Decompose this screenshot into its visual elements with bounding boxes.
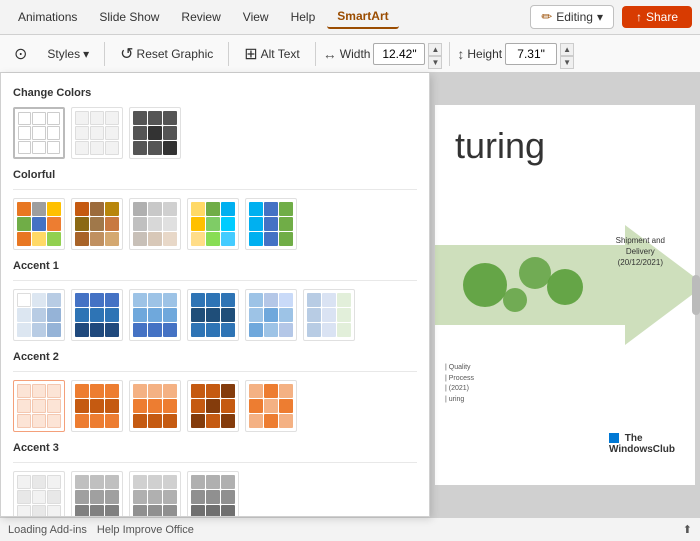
height-group: ↕ Height ▲ ▼ bbox=[457, 43, 574, 65]
accent2-label: Accent 2 bbox=[13, 351, 417, 363]
accent2-swatch-3[interactable] bbox=[129, 380, 181, 432]
accent3-swatch-3[interactable] bbox=[129, 471, 181, 517]
accent3-swatch-1[interactable] bbox=[13, 471, 65, 517]
colorful-swatch-4[interactable] bbox=[187, 198, 239, 250]
accent2-divider bbox=[13, 371, 417, 372]
help-improve[interactable]: Help Improve Office bbox=[97, 524, 194, 536]
styles-button[interactable]: Styles ▾ bbox=[39, 44, 97, 64]
width-input[interactable] bbox=[373, 43, 425, 65]
colorful-swatch-2[interactable] bbox=[71, 198, 123, 250]
accent1-grid bbox=[13, 289, 417, 341]
accent1-swatch-4[interactable] bbox=[187, 289, 239, 341]
width-group: ↔ Width ▲ ▼ bbox=[323, 43, 443, 65]
accent2-swatch-4[interactable] bbox=[187, 380, 239, 432]
menu-slideshow[interactable]: Slide Show bbox=[89, 6, 169, 28]
alt-text-icon: ⊞ bbox=[244, 44, 257, 64]
colorful-divider bbox=[13, 189, 417, 190]
ribbon-circle-btn[interactable]: ⊙ bbox=[6, 41, 35, 67]
status-bar: Loading Add-ins Help Improve Office ⬆ bbox=[0, 517, 700, 541]
menu-smartart[interactable]: SmartArt bbox=[327, 5, 398, 29]
color-swatch-light[interactable] bbox=[71, 107, 123, 159]
upload-icon[interactable]: ⬆ bbox=[683, 524, 692, 536]
accent3-swatch-4[interactable] bbox=[187, 471, 239, 517]
accent1-swatch-5[interactable] bbox=[245, 289, 297, 341]
windows-club-icon bbox=[609, 433, 619, 443]
width-label: Width bbox=[340, 47, 371, 61]
accent1-swatch-1[interactable] bbox=[13, 289, 65, 341]
chevron-down-icon: ▾ bbox=[83, 47, 89, 61]
width-up-arrow[interactable]: ▲ bbox=[428, 43, 442, 56]
height-icon: ↕ bbox=[457, 46, 464, 62]
width-icon: ↔ bbox=[323, 46, 337, 62]
height-input[interactable] bbox=[505, 43, 557, 65]
ribbon: ⊙ Styles ▾ ↺ Reset Graphic ⊞ Alt Text ↔ … bbox=[0, 35, 700, 73]
accent2-swatch-2[interactable] bbox=[71, 380, 123, 432]
colorful-swatch-5[interactable] bbox=[245, 198, 297, 250]
panel-title: Change Colors bbox=[13, 87, 417, 99]
height-up-arrow[interactable]: ▲ bbox=[560, 43, 574, 56]
accent2-grid bbox=[13, 380, 417, 432]
chevron-down-icon: ▾ bbox=[597, 10, 603, 24]
colorful-swatch-3[interactable] bbox=[129, 198, 181, 250]
color-swatch-outline[interactable] bbox=[13, 107, 65, 159]
pencil-icon: ✏ bbox=[541, 9, 552, 25]
change-colors-panel: Change Colors bbox=[0, 73, 430, 517]
menu-bar: Animations Slide Show Review View Help S… bbox=[0, 0, 700, 35]
alt-text-label: Alt Text bbox=[261, 47, 300, 61]
editing-label: Editing bbox=[556, 10, 593, 24]
share-button[interactable]: ↑ Share bbox=[622, 6, 692, 28]
height-down-arrow[interactable]: ▼ bbox=[560, 56, 574, 69]
base-color-grid bbox=[13, 107, 417, 159]
menu-help[interactable]: Help bbox=[281, 6, 326, 28]
reset-graphic-button[interactable]: ↺ Reset Graphic bbox=[112, 41, 221, 67]
ribbon-divider-2 bbox=[228, 42, 229, 66]
accent1-swatch-3[interactable] bbox=[129, 289, 181, 341]
ribbon-divider-3 bbox=[315, 42, 316, 66]
reset-graphic-label: Reset Graphic bbox=[137, 47, 214, 61]
accent1-label: Accent 1 bbox=[13, 260, 417, 272]
accent1-divider bbox=[13, 280, 417, 281]
ribbon-divider-4 bbox=[449, 42, 450, 66]
accent3-grid bbox=[13, 471, 417, 517]
circle-icon: ⊙ bbox=[14, 44, 27, 64]
menu-review[interactable]: Review bbox=[171, 6, 230, 28]
accent3-swatch-2[interactable] bbox=[71, 471, 123, 517]
alt-text-button[interactable]: ⊞ Alt Text bbox=[236, 41, 308, 67]
slide-title: turing bbox=[455, 125, 545, 167]
styles-label: Styles bbox=[47, 47, 80, 61]
windows-club-label: TheWindowsClub bbox=[609, 433, 675, 455]
slide-preview-area: turing Shipment andDelivery(20/12/2021) … bbox=[430, 73, 700, 517]
accent1-swatch-6[interactable] bbox=[303, 289, 355, 341]
reset-icon: ↺ bbox=[120, 44, 133, 64]
shipment-label: Shipment andDelivery(20/12/2021) bbox=[616, 235, 665, 269]
quality-text: | Quality| Process| (2021)| uring bbox=[445, 363, 474, 405]
colorful-grid bbox=[13, 198, 417, 250]
height-label: Height bbox=[467, 47, 502, 61]
loading-addins[interactable]: Loading Add-ins bbox=[8, 524, 87, 536]
accent3-divider bbox=[13, 462, 417, 463]
colorful-label: Colorful bbox=[13, 169, 417, 181]
share-label: Share bbox=[646, 10, 678, 24]
menu-animations[interactable]: Animations bbox=[8, 6, 87, 28]
status-icons: ⬆ bbox=[683, 523, 692, 536]
accent3-label: Accent 3 bbox=[13, 442, 417, 454]
ribbon-divider-1 bbox=[104, 42, 105, 66]
menu-view[interactable]: View bbox=[233, 6, 279, 28]
colorful-swatch-1[interactable] bbox=[13, 198, 65, 250]
editing-button[interactable]: ✏ Editing ▾ bbox=[530, 5, 614, 29]
slide-preview: turing Shipment andDelivery(20/12/2021) … bbox=[435, 105, 695, 485]
width-spinner[interactable]: ▲ ▼ bbox=[428, 43, 442, 65]
width-down-arrow[interactable]: ▼ bbox=[428, 56, 442, 69]
share-icon: ↑ bbox=[636, 10, 642, 24]
accent1-swatch-2[interactable] bbox=[71, 289, 123, 341]
vertical-scrollbar[interactable] bbox=[692, 275, 700, 315]
accent2-swatch-1[interactable] bbox=[13, 380, 65, 432]
accent2-swatch-5[interactable] bbox=[245, 380, 297, 432]
height-spinner[interactable]: ▲ ▼ bbox=[560, 43, 574, 65]
color-swatch-dark[interactable] bbox=[129, 107, 181, 159]
main-content: Change Colors bbox=[0, 73, 700, 517]
